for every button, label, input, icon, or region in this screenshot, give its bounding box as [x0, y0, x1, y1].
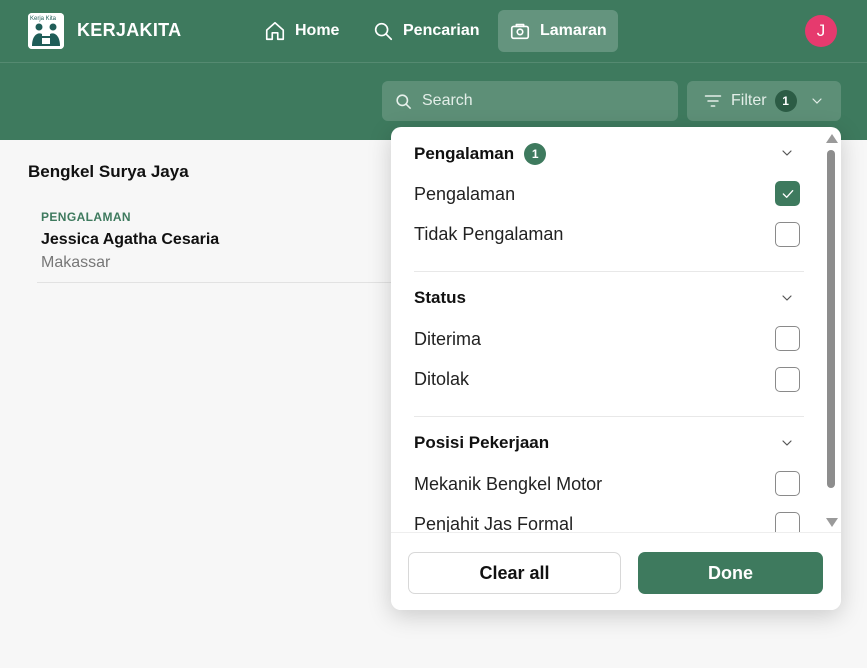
- top-header: Kerja Kita KERJAKITA Home Pencarian Lama…: [0, 0, 867, 140]
- section-divider: [414, 271, 804, 272]
- applicant-tag: PENGALAMAN: [41, 210, 131, 224]
- nav-home[interactable]: Home: [253, 10, 350, 52]
- option-label-tidak-pengalaman: Tidak Pengalaman: [414, 224, 564, 244]
- checkbox-ditolak[interactable]: [775, 367, 800, 392]
- applicant-card[interactable]: PENGALAMAN Jessica Agatha Cesaria Makass…: [37, 198, 417, 283]
- briefcase-icon: [510, 23, 530, 40]
- chevron-down-icon: [811, 98, 822, 104]
- nav-pencarian-label: Pencarian: [403, 22, 480, 39]
- nav-lamaran[interactable]: Lamaran: [498, 10, 618, 52]
- option-label-ditolak: Ditolak: [414, 369, 470, 389]
- scrollbar-thumb[interactable]: [827, 150, 835, 488]
- search-icon: [374, 22, 393, 41]
- scroll-down-arrow[interactable]: [826, 518, 838, 527]
- company-name: Bengkel Surya Jaya: [28, 162, 189, 181]
- section-title-posisi-pekerjaan[interactable]: Posisi Pekerjaan: [414, 433, 549, 453]
- option-label-penjahit: Penjahit Jas Formal: [414, 514, 574, 532]
- applicant-name: Jessica Agatha Cesaria: [41, 231, 220, 248]
- nav-pencarian[interactable]: Pencarian: [361, 10, 490, 52]
- search-icon: [396, 93, 412, 109]
- checkbox-tidak-pengalaman[interactable]: [775, 222, 800, 247]
- filter-label: Filter: [731, 92, 767, 109]
- section-title-label: Status: [414, 288, 466, 307]
- section-title-label: Posisi Pekerjaan: [414, 433, 550, 452]
- section-title-status[interactable]: Status: [414, 288, 466, 308]
- checkbox-penjahit[interactable]: [775, 512, 800, 532]
- filter-icon: [704, 95, 722, 107]
- logo-icon: Kerja Kita: [28, 13, 64, 49]
- search-box[interactable]: [382, 81, 678, 121]
- nav-lamaran-label: Lamaran: [540, 22, 607, 39]
- search-input[interactable]: [422, 92, 662, 110]
- filter-panel-scroll[interactable]: Pengalaman 1 Pengalaman Tidak Pengalaman…: [391, 127, 841, 532]
- filter-panel: Pengalaman 1 Pengalaman Tidak Pengalaman…: [391, 127, 841, 610]
- avatar[interactable]: J: [805, 15, 837, 47]
- done-button[interactable]: Done: [638, 552, 823, 594]
- chevron-down-icon[interactable]: [779, 435, 795, 451]
- logo[interactable]: Kerja Kita: [28, 13, 64, 49]
- filter-count-badge: 1: [774, 90, 797, 112]
- option-label-diterima: Diterima: [414, 329, 482, 349]
- nav-home-label: Home: [295, 22, 340, 39]
- home-icon: [265, 21, 285, 41]
- section-title-label: Pengalaman: [414, 144, 515, 163]
- section-count-badge: 1: [524, 143, 547, 165]
- section-title-pengalaman[interactable]: Pengalaman 1: [414, 143, 547, 165]
- option-label-mekanik: Mekanik Bengkel Motor: [414, 474, 603, 494]
- section-divider: [414, 416, 804, 417]
- applicant-city: Makassar: [41, 254, 111, 271]
- chevron-down-icon[interactable]: [779, 290, 795, 306]
- navbar: Kerja Kita KERJAKITA Home Pencarian Lama…: [0, 0, 867, 63]
- checkbox-diterima[interactable]: [775, 326, 800, 351]
- option-label-pengalaman: Pengalaman: [414, 184, 516, 204]
- checkbox-pengalaman[interactable]: [775, 181, 800, 206]
- filter-panel-footer: Clear all Done: [391, 532, 841, 610]
- chevron-down-icon[interactable]: [779, 145, 795, 161]
- filter-button[interactable]: Filter 1: [687, 81, 841, 121]
- app-name: KERJAKITA: [77, 20, 182, 40]
- checkbox-mekanik[interactable]: [775, 471, 800, 496]
- svg-text:Kerja Kita: Kerja Kita: [30, 16, 57, 22]
- clear-all-button[interactable]: Clear all: [408, 552, 621, 594]
- check-icon: [782, 189, 793, 198]
- scrollbar[interactable]: [825, 132, 838, 532]
- scroll-up-arrow[interactable]: [826, 134, 838, 143]
